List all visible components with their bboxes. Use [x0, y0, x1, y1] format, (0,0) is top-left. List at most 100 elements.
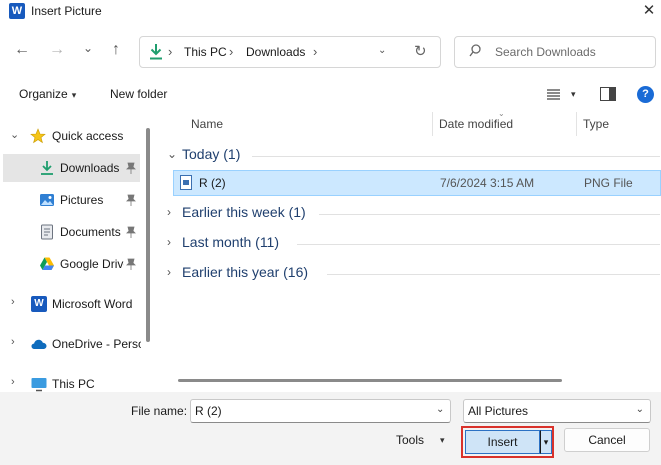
- file-type-value: All Pictures: [468, 404, 529, 418]
- nav-item-label: Documents: [60, 225, 121, 239]
- word-app-icon: W: [9, 3, 25, 19]
- word-icon: W: [31, 296, 47, 312]
- nav-item-this-pc[interactable]: › This PC: [0, 370, 148, 392]
- group-label: Today (1): [182, 146, 241, 162]
- chevron-right-icon: ›: [167, 235, 171, 249]
- column-header-name[interactable]: Name: [191, 117, 223, 131]
- chevron-down-icon[interactable]: ⌄: [10, 128, 19, 141]
- nav-item-onedrive[interactable]: › OneDrive - Personal: [0, 330, 148, 358]
- download-icon: [41, 161, 53, 175]
- file-name-cell: R (2): [199, 176, 226, 190]
- star-icon: [30, 128, 46, 144]
- nav-item-pictures[interactable]: Pictures: [0, 186, 148, 214]
- nav-item-label: Pictures: [60, 193, 104, 207]
- group-label: Earlier this year (16): [182, 264, 309, 280]
- group-label: Earlier this week (1): [182, 204, 306, 220]
- group-divider: [297, 244, 660, 245]
- chevron-right-icon: ›: [167, 265, 171, 279]
- group-header-last-month[interactable]: › Last month (11): [167, 232, 661, 256]
- column-header-date-modified[interactable]: Date modified: [439, 117, 513, 131]
- horizontal-scrollbar[interactable]: [178, 379, 562, 382]
- nav-item-label: Downloads: [60, 161, 120, 175]
- back-button[interactable]: ←: [12, 40, 32, 60]
- nav-pane-scrollbar[interactable]: [146, 128, 150, 342]
- nav-item-quick-access[interactable]: ⌄ Quick access: [0, 122, 148, 150]
- title-bar: W Insert Picture ✕: [0, 0, 661, 24]
- view-options-dropdown[interactable]: ▾: [571, 89, 576, 100]
- nav-item-google-drive[interactable]: Google Drive: [0, 250, 148, 278]
- search-input[interactable]: Search Downloads: [454, 36, 656, 68]
- view-options-icon[interactable]: [547, 89, 560, 100]
- file-type-select[interactable]: All Pictures ⌄: [463, 399, 651, 423]
- column-divider[interactable]: [432, 112, 433, 136]
- file-name-dropdown-icon[interactable]: ⌄: [436, 404, 444, 415]
- recent-locations-button[interactable]: ⌄: [78, 38, 98, 58]
- pin-icon[interactable]: [126, 258, 136, 270]
- nav-item-microsoft-word[interactable]: › W Microsoft Word: [0, 290, 148, 318]
- google-drive-icon: [40, 257, 54, 270]
- organize-button[interactable]: Organize ▾: [19, 87, 76, 101]
- insert-button[interactable]: Insert: [465, 430, 540, 454]
- address-bar[interactable]: › This PC › Downloads › ⌄ ↻: [139, 36, 441, 68]
- this-pc-icon: [31, 378, 47, 392]
- group-divider: [252, 156, 660, 157]
- nav-item-label: Quick access: [52, 129, 124, 143]
- pin-icon[interactable]: [126, 194, 136, 206]
- file-row[interactable]: R (2) 7/6/2024 3:15 AM PNG File: [173, 170, 661, 196]
- onedrive-icon: [31, 339, 47, 349]
- nav-item-downloads[interactable]: Downloads: [3, 154, 140, 182]
- group-divider: [319, 214, 660, 215]
- tools-dropdown-icon[interactable]: ▾: [440, 435, 445, 446]
- search-placeholder: Search Downloads: [495, 45, 596, 59]
- address-history-dropdown[interactable]: ⌄: [378, 45, 386, 56]
- file-list[interactable]: Name ⌄ Date modified Type ⌄ Today (1) R …: [161, 109, 661, 390]
- group-divider: [327, 274, 660, 275]
- chevron-right-icon: ›: [167, 205, 171, 219]
- close-button[interactable]: ✕: [637, 0, 661, 22]
- organize-label: Organize: [19, 87, 68, 101]
- file-name-input[interactable]: [190, 399, 451, 423]
- chevron-down-icon: ▾: [71, 90, 77, 100]
- address-separator[interactable]: ›: [313, 44, 317, 59]
- cancel-button[interactable]: Cancel: [564, 428, 650, 452]
- chevron-right-icon[interactable]: ›: [11, 376, 15, 388]
- download-icon: [150, 44, 162, 60]
- file-date-cell: 7/6/2024 3:15 AM: [440, 176, 535, 190]
- insert-button-highlight: Insert ▾: [461, 426, 554, 458]
- navigation-bar: ← → ⌄ ↑ › This PC › Downloads › ⌄ ↻ Sear…: [0, 30, 661, 74]
- group-header-today[interactable]: ⌄ Today (1): [167, 144, 661, 168]
- group-header-earlier-this-week[interactable]: › Earlier this week (1): [167, 202, 661, 226]
- pin-icon[interactable]: [126, 226, 136, 238]
- address-separator[interactable]: ›: [229, 44, 233, 59]
- refresh-icon[interactable]: ↻: [414, 42, 427, 60]
- new-folder-button[interactable]: New folder: [110, 87, 167, 101]
- window-title: Insert Picture: [31, 4, 102, 18]
- help-icon[interactable]: ?: [637, 86, 654, 103]
- nav-item-documents[interactable]: Documents: [0, 218, 148, 246]
- chevron-right-icon[interactable]: ›: [11, 336, 15, 348]
- navigation-pane[interactable]: ⌄ Quick access Downloads Pictures Docume…: [0, 112, 159, 392]
- nav-item-label: Google Drive: [60, 257, 124, 271]
- pictures-icon: [40, 194, 54, 206]
- preview-pane-icon[interactable]: [600, 87, 616, 101]
- up-button[interactable]: ↑: [106, 40, 126, 60]
- search-icon: [469, 44, 481, 57]
- nav-item-label: OneDrive - Personal: [52, 337, 141, 351]
- forward-button[interactable]: →: [47, 40, 67, 60]
- address-item-this-pc[interactable]: This PC: [184, 45, 227, 59]
- png-file-icon: [180, 175, 192, 190]
- documents-icon: [41, 224, 53, 240]
- group-header-earlier-this-year[interactable]: › Earlier this year (16): [167, 262, 661, 286]
- file-type-cell: PNG File: [584, 176, 633, 190]
- address-separator[interactable]: ›: [168, 44, 172, 59]
- address-item-downloads[interactable]: Downloads: [246, 45, 305, 59]
- column-divider[interactable]: [576, 112, 577, 136]
- chevron-right-icon[interactable]: ›: [11, 296, 15, 308]
- command-bar: Organize ▾ New folder ▾ ?: [0, 80, 661, 110]
- tools-button[interactable]: Tools: [396, 433, 424, 447]
- insert-options-dropdown[interactable]: ▾: [540, 430, 552, 454]
- column-header-type[interactable]: Type: [583, 117, 609, 131]
- nav-item-label: Microsoft Word: [52, 297, 133, 311]
- pin-icon[interactable]: [126, 162, 136, 174]
- nav-item-label: This PC: [52, 377, 95, 391]
